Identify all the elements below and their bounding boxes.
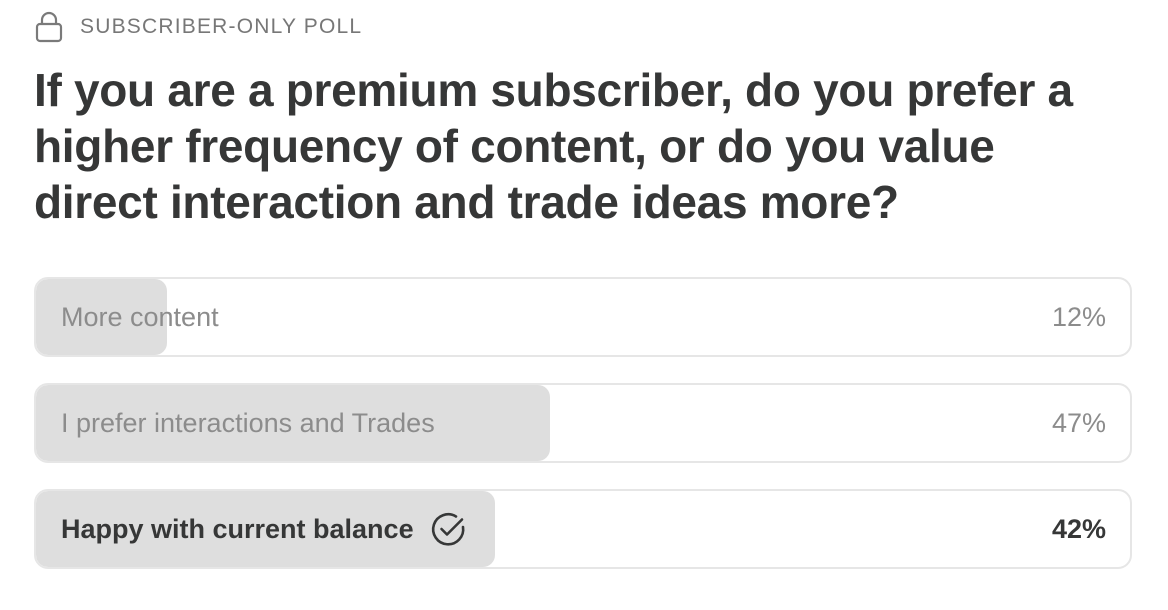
poll-option-current-balance[interactable]: Happy with current balance 42% [34,489,1132,569]
poll-question: If you are a premium subscriber, do you … [34,64,1073,228]
poll-type-label: SUBSCRIBER-ONLY POLL [80,15,363,38]
poll-option-more-content[interactable]: More content 12% [34,277,1132,357]
check-circle-icon [430,510,468,548]
poll-option-label-wrap: Happy with current balance [61,491,468,567]
poll-option-percent: 12% [1051,301,1106,332]
lock-icon [34,11,64,43]
poll-option-label: More content [61,301,219,332]
poll-option-interactions-trades[interactable]: I prefer interactions and Trades 47% [34,383,1132,463]
poll-option-percent: 42% [1051,513,1106,544]
poll-option-percent: 47% [1051,407,1106,438]
poll-option-label: Happy with current balance [61,513,414,544]
poll-option-label: I prefer interactions and Trades [61,407,435,438]
poll-header: SUBSCRIBER-ONLY POLL [34,10,362,44]
